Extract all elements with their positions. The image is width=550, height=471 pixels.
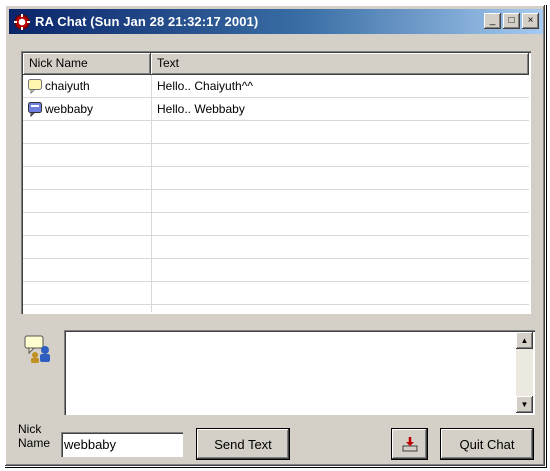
nick-cell: chaiyuth [23,75,151,97]
minimize-button[interactable]: _ [484,13,501,29]
column-header-nick[interactable]: Nick Name [23,53,151,75]
empty-row [23,190,529,213]
empty-row [23,213,529,236]
window-title: RA Chat (Sun Jan 28 21:32:17 2001) [35,14,259,29]
nick-cell: webbaby [23,98,151,120]
message-scrollbar[interactable]: ▲ ▼ [516,332,533,413]
column-divider [151,75,152,312]
message-text: Hello.. Chaiyuth^^ [157,79,253,93]
nick-label-line1: Nick [18,422,42,436]
empty-row [23,305,529,314]
title-bar[interactable]: RA Chat (Sun Jan 28 21:32:17 2001) _ □ × [9,9,543,34]
message-text: Hello.. Webbaby [157,102,245,116]
maximize-button[interactable]: □ [503,13,520,29]
empty-row [23,259,529,282]
close-button[interactable]: × [522,13,539,29]
nick-text: chaiyuth [45,79,90,93]
nick-name-input[interactable]: webbaby [61,432,183,457]
save-log-button[interactable] [392,429,427,459]
send-text-button[interactable]: Send Text [197,429,289,459]
list-item[interactable]: chaiyuth Hello.. Chaiyuth^^ [23,75,529,98]
download-icon [402,437,417,452]
empty-row [23,167,529,190]
nick-text: webbaby [45,102,94,116]
quit-chat-button[interactable]: Quit Chat [441,429,533,459]
list-header: Nick Name Text [23,53,529,75]
scroll-up-button[interactable]: ▲ [516,332,533,349]
list-item[interactable]: webbaby Hello.. Webbaby [23,98,529,121]
column-header-text[interactable]: Text [151,53,529,75]
nick-label-line2: Name [18,436,51,450]
chat-list[interactable]: Nick Name Text chaiyuth Hello.. Chaiyuth… [21,51,531,314]
empty-row [23,282,529,305]
chat-people-icon [24,335,50,363]
speech-bubble-yellow-icon [28,79,42,94]
empty-row [23,121,529,144]
scroll-down-button[interactable]: ▼ [516,396,533,413]
app-icon [14,13,30,30]
nick-name-label: Nick Name [18,422,50,450]
speech-bubble-blue-icon [28,102,42,117]
empty-row [23,236,529,259]
title-buttons: _ □ × [482,13,539,29]
message-input[interactable]: ▲ ▼ [64,330,535,415]
empty-row [23,144,529,167]
list-body: chaiyuth Hello.. Chaiyuth^^ webbaby Hell… [23,75,529,312]
